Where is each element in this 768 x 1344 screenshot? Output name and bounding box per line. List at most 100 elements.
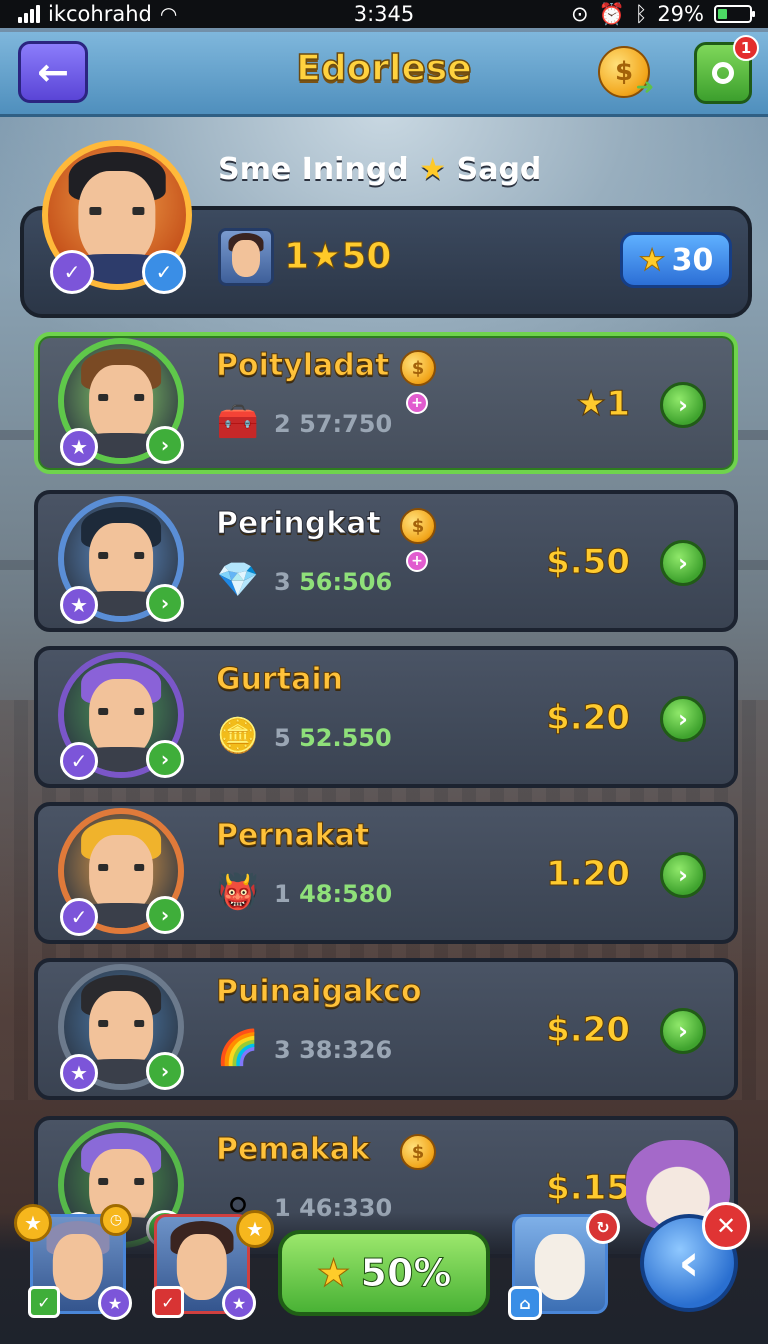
check-badge: ✓ xyxy=(60,742,98,780)
timer-badge: ◷ xyxy=(100,1204,132,1236)
avatar-face xyxy=(176,1233,228,1300)
row-price-value: $.50 xyxy=(546,542,631,583)
coin-icon: $ xyxy=(400,350,436,386)
battery-percent: 29% xyxy=(657,2,704,26)
row-stat-value: 56:506 xyxy=(299,568,393,596)
avatar-eyes xyxy=(89,206,145,215)
coin-icon: 🪙 xyxy=(216,716,260,756)
battery-fill xyxy=(718,9,727,19)
player-title-text: Sme Iningd xyxy=(218,152,409,187)
chevron-right-badge: › xyxy=(146,426,184,464)
row-price-value: $.15 xyxy=(546,1168,631,1209)
chevron-right-icon: › xyxy=(678,1017,688,1045)
row-stat-prefix: 5 xyxy=(274,724,291,752)
plus-badge-icon: + xyxy=(406,392,428,414)
coin-icon: $ xyxy=(614,57,634,87)
player-score: 1★50 xyxy=(283,236,392,278)
row-stat: 5 52.550 xyxy=(274,724,392,752)
close-button[interactable]: ✕ xyxy=(702,1202,750,1250)
row-stat: 2 57:750 xyxy=(274,410,392,438)
pet-face xyxy=(534,1233,586,1300)
avatar-eyes xyxy=(98,552,144,559)
avatar-eyes xyxy=(98,864,144,871)
blue-gem-icon: 💎 xyxy=(216,560,260,600)
row-price: ★1 xyxy=(500,384,631,425)
status-right: ⊙ ⏰ ᛒ 29% xyxy=(570,0,755,28)
row-price-value: $.20 xyxy=(546,698,631,739)
home-icon[interactable]: ⌂ xyxy=(508,1286,542,1320)
chevron-left-icon: ‹ xyxy=(678,1233,700,1293)
boost-button[interactable]: ★ 50% xyxy=(278,1230,490,1316)
row-stat-value: 48:580 xyxy=(299,880,393,908)
chevron-right-badge: › xyxy=(146,584,184,622)
avatar-eyes xyxy=(98,708,144,715)
star-badge: ★ xyxy=(236,1210,274,1248)
go-button[interactable]: › xyxy=(660,540,706,586)
go-button[interactable]: › xyxy=(660,382,706,428)
chevron-right-icon: › xyxy=(678,549,688,577)
avatar-eyes xyxy=(98,1020,144,1027)
notification-badge: 1 xyxy=(733,35,759,61)
star-badge: ★ xyxy=(14,1204,52,1242)
star-badge: ★ xyxy=(60,586,98,624)
chevron-right-icon: › xyxy=(678,391,688,419)
star-count-button[interactable]: ★ 30 xyxy=(620,232,732,288)
chevron-right-icon: › xyxy=(678,861,688,889)
score-suffix: 50 xyxy=(341,236,392,278)
coin-icon: $ xyxy=(400,1134,436,1170)
back-arrow-icon: ← xyxy=(37,50,69,94)
star-badge: ★ xyxy=(222,1286,256,1320)
row-price: $.20 xyxy=(500,698,631,739)
go-button[interactable]: › xyxy=(660,852,706,898)
player-thumbnail xyxy=(218,228,274,286)
avatar-face xyxy=(232,240,260,277)
row-stat: 3 38:326 xyxy=(274,1036,392,1064)
chevron-right-badge: › xyxy=(146,1052,184,1090)
row-stat: 3 56:506 xyxy=(274,568,392,596)
row-stat-value: 52.550 xyxy=(299,724,392,752)
star-badge: ★ xyxy=(60,428,98,466)
check-badge: ✓ xyxy=(142,250,186,294)
row-name: Pemakak xyxy=(216,1132,371,1168)
refresh-badge: ↻ xyxy=(586,1210,620,1244)
chevron-right-icon: › xyxy=(678,705,688,733)
player-title: Sme Iningd ★ Sagd xyxy=(218,152,541,187)
go-button[interactable]: › xyxy=(660,696,706,742)
row-price: $.20 xyxy=(500,1010,631,1051)
orientation-lock-icon: ⊙ xyxy=(570,2,589,26)
avatar-eyes xyxy=(98,394,144,401)
coin-button[interactable]: $ ➜ xyxy=(598,46,654,100)
star-badge: ✓ xyxy=(60,898,98,936)
check-badge: ✓ xyxy=(28,1286,60,1318)
row-price: $.15 xyxy=(500,1168,631,1209)
star-icon: ★ xyxy=(575,384,607,425)
page-title: Edorlese xyxy=(296,47,473,90)
avatar-face xyxy=(52,1233,104,1300)
row-stat-prefix: 3 xyxy=(274,1036,291,1064)
settings-ring-icon xyxy=(712,62,734,84)
check-badge: ★ xyxy=(60,1054,98,1092)
bluetooth-icon: ᛒ xyxy=(634,2,648,26)
go-button[interactable]: › xyxy=(660,1008,706,1054)
star-icon: ★ xyxy=(316,1251,351,1296)
star-icon: ★ xyxy=(419,152,447,187)
star-icon: ★ xyxy=(638,242,666,278)
row-price-value: $.20 xyxy=(546,1010,631,1051)
chevron-right-badge: › xyxy=(146,896,184,934)
battery-icon xyxy=(714,5,755,23)
player-title-suffix: Sagd xyxy=(456,152,542,187)
row-name: Pernakat xyxy=(215,818,370,854)
red-creature-icon: 👹 xyxy=(216,872,260,912)
back-button[interactable]: ← xyxy=(18,41,88,103)
treasure-box-icon: 🧰 xyxy=(216,402,260,442)
plus-badge-icon: + xyxy=(406,550,428,572)
boost-label: 50% xyxy=(360,1251,452,1296)
coin-arrow-icon: ➜ xyxy=(635,75,654,100)
score-prefix: 1 xyxy=(283,236,310,278)
row-name: Peringkat xyxy=(216,506,382,542)
row-price-value: 1 xyxy=(606,384,631,425)
top-bar: ← Edorlese $ ➜ 1 xyxy=(0,32,768,117)
star-icon: ★ xyxy=(309,236,342,278)
star-badge: ★ xyxy=(98,1286,132,1320)
settings-button[interactable]: 1 xyxy=(694,35,759,104)
